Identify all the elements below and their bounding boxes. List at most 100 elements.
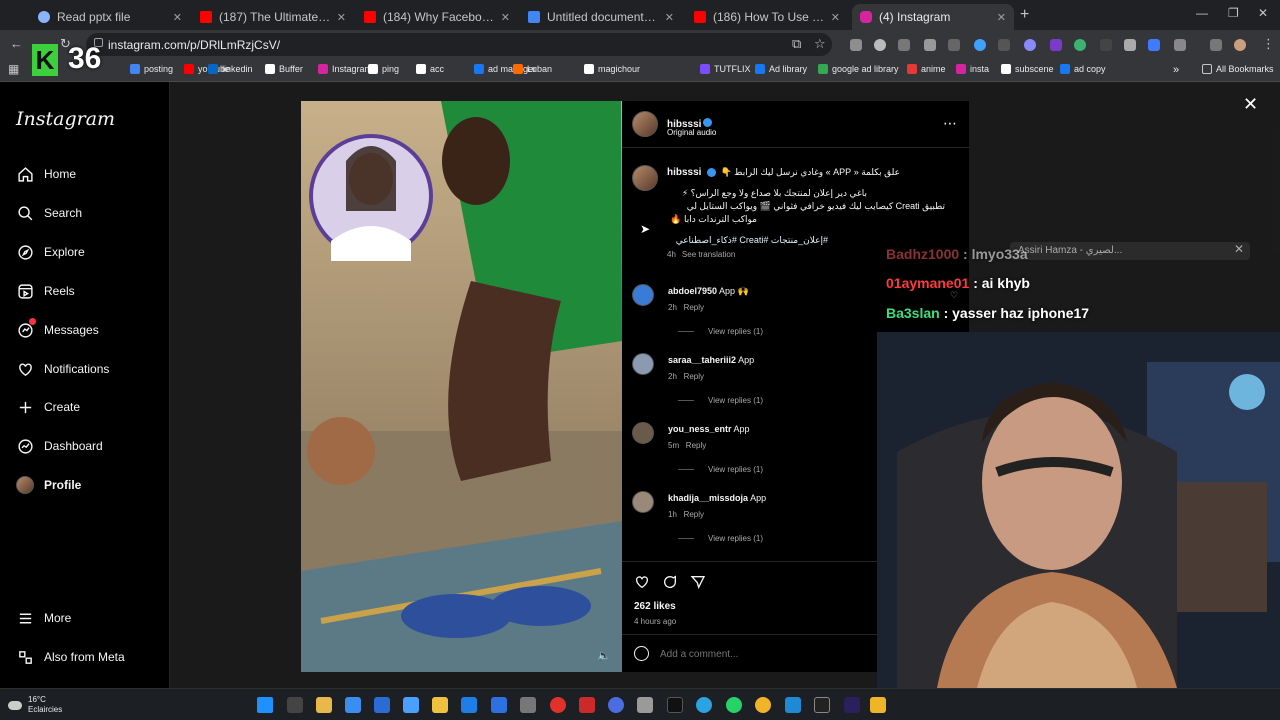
install-app-icon[interactable]: ⧉ (792, 36, 801, 52)
extension-icon[interactable] (1050, 39, 1062, 51)
browser-tab[interactable]: (186) How To Use TikTok LIVE S✕ (686, 4, 848, 30)
view-replies-link[interactable]: View replies (1) (678, 534, 763, 543)
more-options-icon[interactable]: ⋯ (943, 115, 957, 132)
bookmark-item[interactable]: subscene (1001, 64, 1054, 74)
profile-avatar[interactable] (1234, 39, 1246, 51)
bookmark-item[interactable]: Instagram (318, 64, 372, 74)
commenter-avatar[interactable] (632, 491, 654, 513)
sidebar-item-search[interactable]: Search (16, 204, 82, 222)
commenter-avatar[interactable] (632, 353, 654, 375)
post-video[interactable]: 🔈 (301, 101, 622, 672)
sidebar-item-notifications[interactable]: Notifications (16, 360, 109, 378)
extension-icon[interactable] (998, 39, 1010, 51)
taskbar-app-icon[interactable] (345, 697, 361, 713)
close-icon[interactable]: ✕ (1234, 242, 1244, 256)
bookmark-item[interactable]: Ad library (755, 64, 807, 74)
close-icon[interactable]: ✕ (997, 11, 1006, 24)
hashtags[interactable]: #إعلان_منتجات #Creati #ذكاء_اصطناعي (667, 235, 828, 246)
sidebar-item-profile[interactable]: Profile (16, 476, 81, 494)
windows-start-icon[interactable] (257, 697, 273, 713)
bookmark-item[interactable]: posting (130, 64, 173, 74)
caption-username[interactable]: hibsssi (667, 167, 701, 178)
minimize-button[interactable]: — (1196, 6, 1208, 20)
extension-icon[interactable] (1124, 39, 1136, 51)
taskbar-app-icon[interactable] (316, 697, 332, 713)
extension-icon[interactable] (850, 39, 862, 51)
bookmark-item[interactable]: insta (956, 64, 989, 74)
share-send-icon[interactable] (690, 574, 706, 595)
reply-link[interactable]: Reply (686, 441, 706, 450)
whatsapp-icon[interactable] (726, 697, 742, 713)
bookmark-item[interactable]: TUTFLIX (700, 64, 751, 74)
weather-widget[interactable]: 16°C Eclaircies (8, 695, 62, 715)
taskbar-app-icon[interactable] (637, 697, 653, 713)
taskbar-app-icon[interactable] (579, 697, 595, 713)
bookmark-item[interactable]: anime (907, 64, 946, 74)
browser-tab-active[interactable]: (4) Instagram ✕ (852, 4, 1014, 30)
maximize-button[interactable]: ❐ (1228, 6, 1239, 20)
taskbar-app-icon[interactable] (374, 697, 390, 713)
extensions-puzzle-icon[interactable] (1174, 39, 1186, 51)
sidebar-item-create[interactable]: Create (16, 398, 80, 416)
bookmark-item[interactable]: Luban (513, 64, 552, 74)
sidebar-item-more[interactable]: More (16, 609, 71, 627)
window-close-button[interactable]: ✕ (1258, 6, 1268, 20)
taskbar-app-icon[interactable] (870, 697, 886, 713)
all-bookmarks-button[interactable]: All Bookmarks (1202, 64, 1274, 74)
menu-icon[interactable]: ⋮ (1262, 36, 1275, 52)
sidebar-item-also-from-meta[interactable]: Also from Meta (16, 648, 125, 666)
media-controls-icon[interactable] (1210, 39, 1222, 51)
browser-tab[interactable]: Read pptx file ✕ (30, 4, 190, 30)
extension-icon[interactable] (1100, 39, 1112, 51)
taskbar-app-icon[interactable] (785, 697, 801, 713)
volume-icon[interactable]: 🔈 (597, 649, 611, 662)
extension-icon[interactable] (974, 39, 986, 51)
more-bookmarks-icon[interactable]: » (1173, 64, 1179, 76)
chrome-icon[interactable] (755, 697, 771, 713)
file-explorer-icon[interactable] (432, 697, 448, 713)
sidebar-item-dashboard[interactable]: Dashboard (16, 437, 103, 455)
close-modal-icon[interactable]: ✕ (1243, 94, 1258, 115)
premiere-icon[interactable] (844, 697, 860, 713)
extension-icon[interactable] (874, 39, 886, 51)
bookmark-item[interactable]: magichour (584, 64, 640, 74)
extension-icon[interactable] (1148, 39, 1160, 51)
extension-icon[interactable] (948, 39, 960, 51)
bookmark-item[interactable]: acc (416, 64, 444, 74)
sidebar-item-messages[interactable]: Messages (16, 318, 99, 339)
view-replies-link[interactable]: View replies (1) (678, 396, 763, 405)
view-replies-link[interactable]: View replies (1) (678, 327, 763, 336)
sidebar-item-explore[interactable]: Explore (16, 243, 85, 261)
browser-tab[interactable]: (184) Why Facebook Ads Are a✕ (356, 4, 518, 30)
like-heart-icon[interactable] (634, 574, 650, 595)
extension-icon[interactable] (924, 39, 936, 51)
extension-icon[interactable] (1024, 39, 1036, 51)
bookmark-star-icon[interactable]: ☆ (814, 36, 826, 52)
taskbar-app-icon[interactable] (491, 697, 507, 713)
comment-bubble-icon[interactable] (662, 574, 678, 595)
emoji-icon[interactable] (634, 646, 649, 661)
taskbar-app-icon[interactable] (461, 697, 477, 713)
bookmark-item[interactable]: ping (368, 64, 399, 74)
task-view-icon[interactable] (287, 697, 303, 713)
commenter-avatar[interactable] (632, 422, 654, 444)
telegram-icon[interactable] (696, 697, 712, 713)
taskbar-app-icon[interactable] (403, 697, 419, 713)
taskbar-app-icon[interactable] (608, 697, 624, 713)
caption-avatar[interactable] (632, 165, 658, 191)
sidebar-item-reels[interactable]: Reels (16, 282, 75, 300)
tiktok-icon[interactable] (667, 697, 683, 713)
instagram-logo[interactable]: Instagram (16, 108, 115, 130)
see-translation-link[interactable]: See translation (682, 250, 735, 259)
close-icon[interactable]: ✕ (173, 11, 182, 24)
close-icon[interactable]: ✕ (665, 11, 674, 24)
close-icon[interactable]: ✕ (831, 11, 840, 24)
commenter-avatar[interactable] (632, 284, 654, 306)
browser-tab[interactable]: (187) The Ultimate Digital Mark✕ (192, 4, 354, 30)
bookmark-item[interactable]: ad copy (1060, 64, 1106, 74)
view-replies-link[interactable]: View replies (1) (678, 465, 763, 474)
close-icon[interactable]: ✕ (501, 11, 510, 24)
new-tab-button[interactable]: + (1020, 6, 1029, 24)
sidebar-item-home[interactable]: Home (16, 165, 76, 183)
notion-icon[interactable] (814, 697, 830, 713)
